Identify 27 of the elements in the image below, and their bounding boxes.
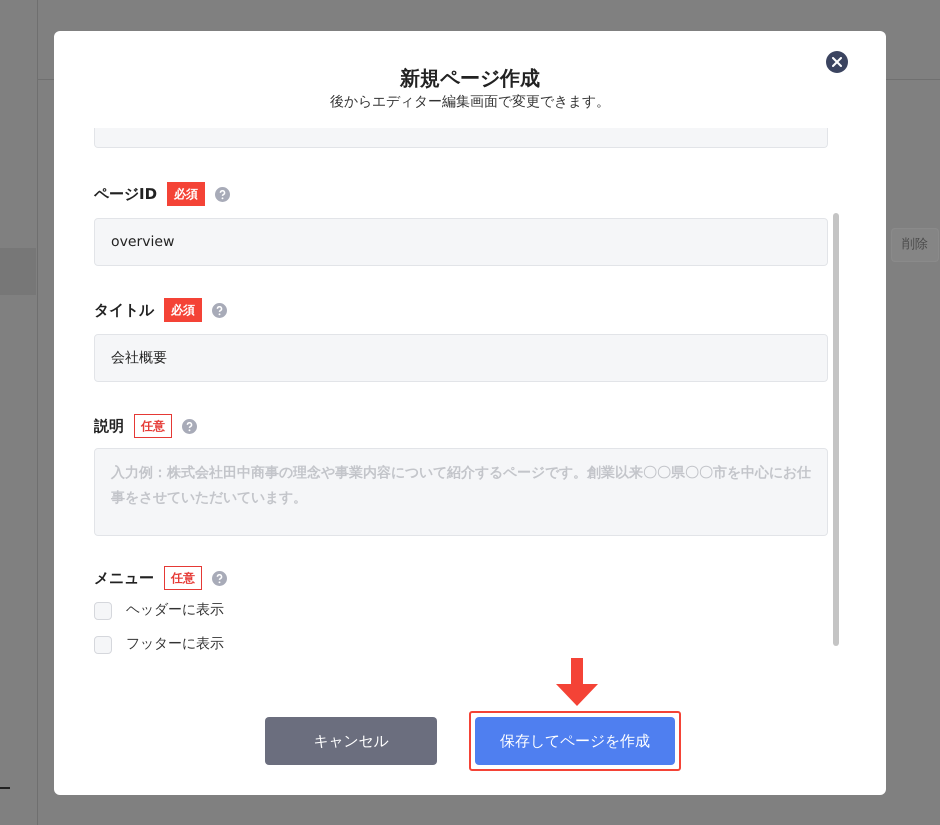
help-icon[interactable] [182, 418, 197, 434]
checkbox[interactable] [94, 636, 112, 654]
dash-icon [0, 787, 10, 789]
input-field[interactable]: overview [94, 218, 828, 266]
optional-badge: 任意 [134, 414, 172, 438]
field-label: 説明 [94, 416, 124, 437]
arrow-icon [556, 658, 598, 706]
help-icon[interactable] [215, 186, 230, 202]
help-icon[interactable] [212, 570, 227, 586]
field-label: タイトル [94, 300, 154, 321]
field-label: メニュー [94, 568, 154, 589]
field-label: ページID [94, 184, 158, 205]
input-field[interactable] [94, 128, 828, 148]
required-badge: 必須 [167, 182, 206, 206]
dialog-title: 新規ページ作成 [400, 65, 540, 91]
input-field[interactable]: 会社概要 [94, 334, 828, 382]
checkbox-label[interactable]: ヘッダーに表示 [126, 600, 224, 621]
cancel-button[interactable]: キャンセル [265, 717, 437, 765]
dialog-subtitle: 後からエディター編集画面で変更できます。 [330, 93, 610, 112]
scrollbar[interactable] [833, 213, 839, 646]
optional-badge: 任意 [164, 566, 202, 590]
checkbox-label[interactable]: フッターに表示 [126, 634, 224, 655]
close-icon[interactable] [826, 51, 848, 73]
save-button[interactable]: 保存してページを作成 [475, 717, 675, 765]
help-icon[interactable] [212, 302, 227, 318]
checkbox[interactable] [94, 602, 112, 620]
required-badge: 必須 [164, 298, 202, 322]
